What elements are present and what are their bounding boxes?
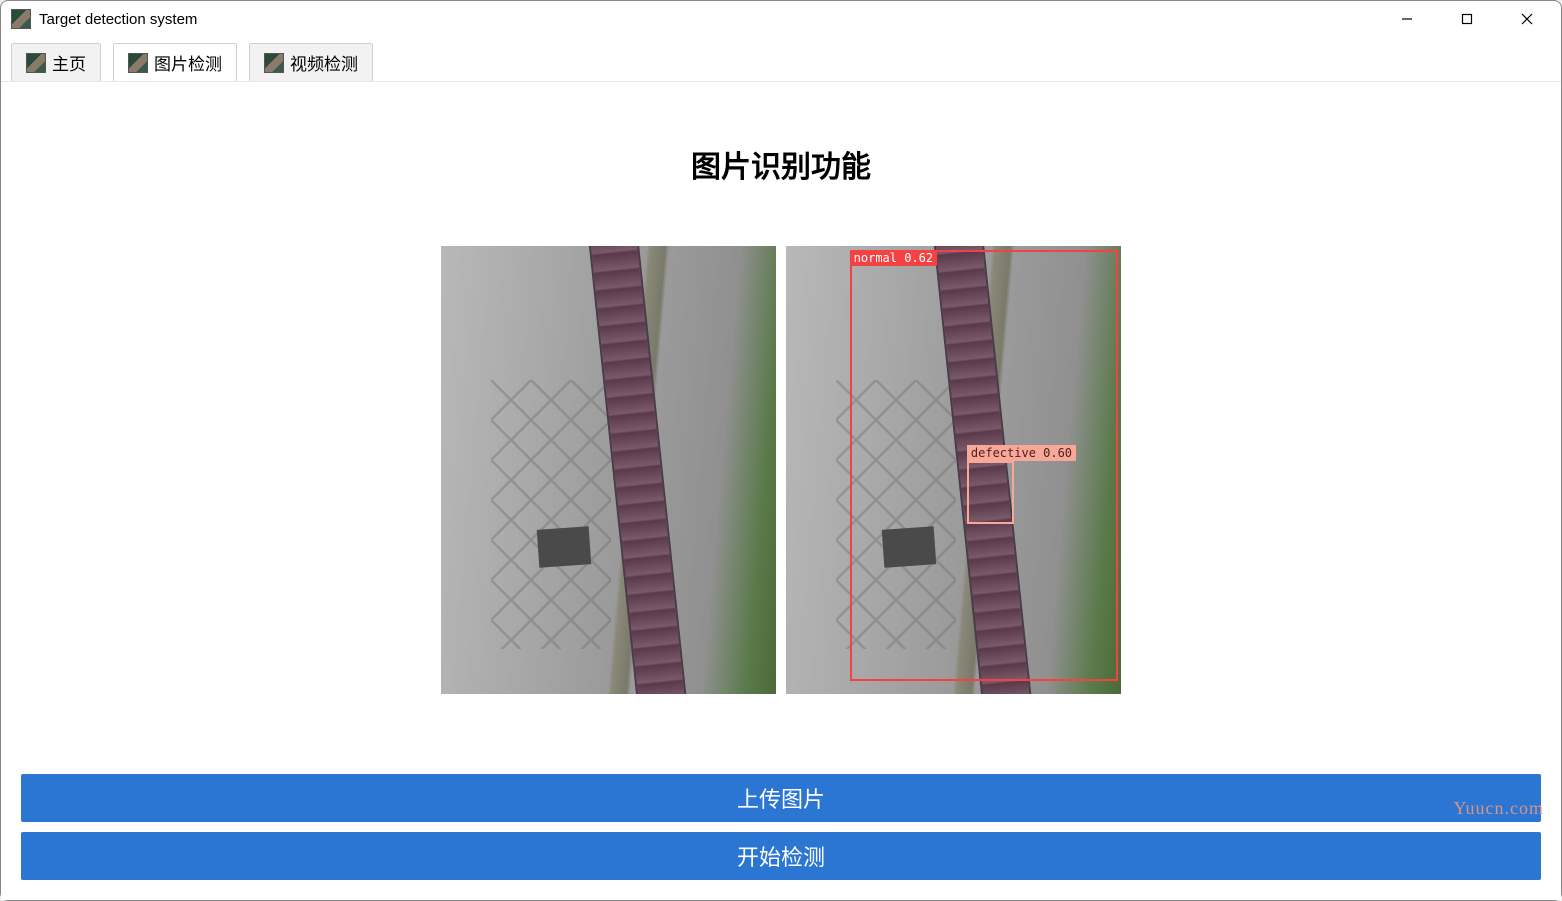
avatar-icon bbox=[128, 53, 148, 73]
tower-graphic bbox=[491, 380, 611, 649]
minimize-icon bbox=[1401, 13, 1413, 25]
image-row: normal 0.62 defective 0.60 bbox=[11, 246, 1551, 754]
action-buttons: 上传图片 开始检测 bbox=[11, 754, 1551, 890]
avatar-icon bbox=[264, 53, 284, 73]
tab-image-detection[interactable]: 图片检测 bbox=[113, 43, 237, 81]
maximize-icon bbox=[1461, 13, 1473, 25]
tab-label: 图片检测 bbox=[154, 50, 222, 75]
tab-label: 主页 bbox=[52, 50, 86, 75]
result-image-panel: normal 0.62 defective 0.60 bbox=[786, 246, 1121, 694]
minimize-button[interactable] bbox=[1377, 1, 1437, 37]
app-icon bbox=[11, 9, 31, 29]
tab-home[interactable]: 主页 bbox=[11, 43, 101, 81]
window-title: Target detection system bbox=[39, 11, 1377, 28]
window-controls bbox=[1377, 1, 1557, 37]
source-image-panel bbox=[441, 246, 776, 694]
page-title: 图片识别功能 bbox=[11, 142, 1551, 186]
avatar-icon bbox=[26, 53, 46, 73]
start-detection-button[interactable]: 开始检测 bbox=[21, 832, 1541, 880]
detection-box-defective: defective 0.60 bbox=[967, 461, 1014, 524]
tabbar: 主页 图片检测 视频检测 bbox=[1, 37, 1561, 82]
tab-video-detection[interactable]: 视频检测 bbox=[249, 43, 373, 81]
close-button[interactable] bbox=[1497, 1, 1557, 37]
titlebar: Target detection system bbox=[1, 1, 1561, 37]
detection-label: defective 0.60 bbox=[967, 445, 1076, 461]
upload-image-button[interactable]: 上传图片 bbox=[21, 774, 1541, 822]
detection-label: normal 0.62 bbox=[850, 250, 937, 266]
app-window: Target detection system 主页 图片检测 视频检测 bbox=[0, 0, 1562, 901]
content-area: 图片识别功能 normal 0.62 defective 0.60 上传图片 bbox=[1, 82, 1561, 900]
maximize-button[interactable] bbox=[1437, 1, 1497, 37]
object-graphic bbox=[537, 526, 592, 568]
close-icon bbox=[1521, 13, 1533, 25]
tab-label: 视频检测 bbox=[290, 50, 358, 75]
